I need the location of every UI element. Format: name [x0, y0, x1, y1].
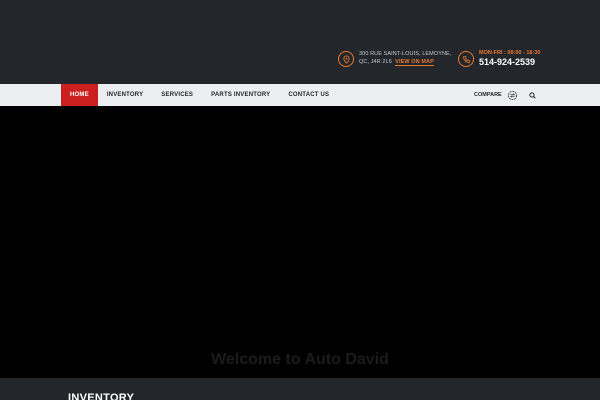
- phone-icon: [458, 51, 474, 67]
- inventory-section: INVENTORY: [0, 378, 600, 400]
- compare-button[interactable]: COMPARE: [474, 84, 518, 106]
- view-on-map-link[interactable]: VIEW ON MAP: [395, 59, 434, 66]
- address-line-2: QC, J4R 2L6: [359, 59, 392, 65]
- welcome-heading: Welcome to Auto David: [211, 351, 389, 368]
- search-button[interactable]: [522, 84, 542, 106]
- nav-item-parts-inventory[interactable]: PARTS INVENTORY: [202, 84, 279, 106]
- inventory-section-title: INVENTORY: [68, 392, 135, 400]
- nav-menu: HOME INVENTORY SERVICES PARTS INVENTORY …: [61, 84, 338, 106]
- search-icon: [528, 91, 536, 99]
- phone-number[interactable]: 514-924-2539: [479, 57, 540, 68]
- nav-item-inventory[interactable]: INVENTORY: [98, 84, 152, 106]
- compare-label: COMPARE: [474, 92, 502, 98]
- location-pin-icon: [338, 51, 354, 67]
- business-hours: MON-FRI : 08:00 - 18:30: [479, 50, 541, 56]
- nav-item-home[interactable]: HOME: [61, 84, 98, 106]
- main-navigation: HOME INVENTORY SERVICES PARTS INVENTORY …: [0, 84, 600, 106]
- hero-banner: Welcome to Auto David: [0, 106, 600, 378]
- top-header: 300 RUE SAINT-LOUIS, LEMOYNE, QC, J4R 2L…: [0, 0, 600, 84]
- address-block: 300 RUE SAINT-LOUIS, LEMOYNE, QC, J4R 2L…: [338, 50, 451, 67]
- nav-item-contact-us[interactable]: CONTACT US: [279, 84, 338, 106]
- address-line-1: 300 RUE SAINT-LOUIS, LEMOYNE,: [359, 51, 452, 57]
- phone-block: MON-FRI : 08:00 - 18:30 514-924-2539: [458, 50, 540, 68]
- nav-item-services[interactable]: SERVICES: [152, 84, 202, 106]
- compare-icon: [507, 90, 517, 100]
